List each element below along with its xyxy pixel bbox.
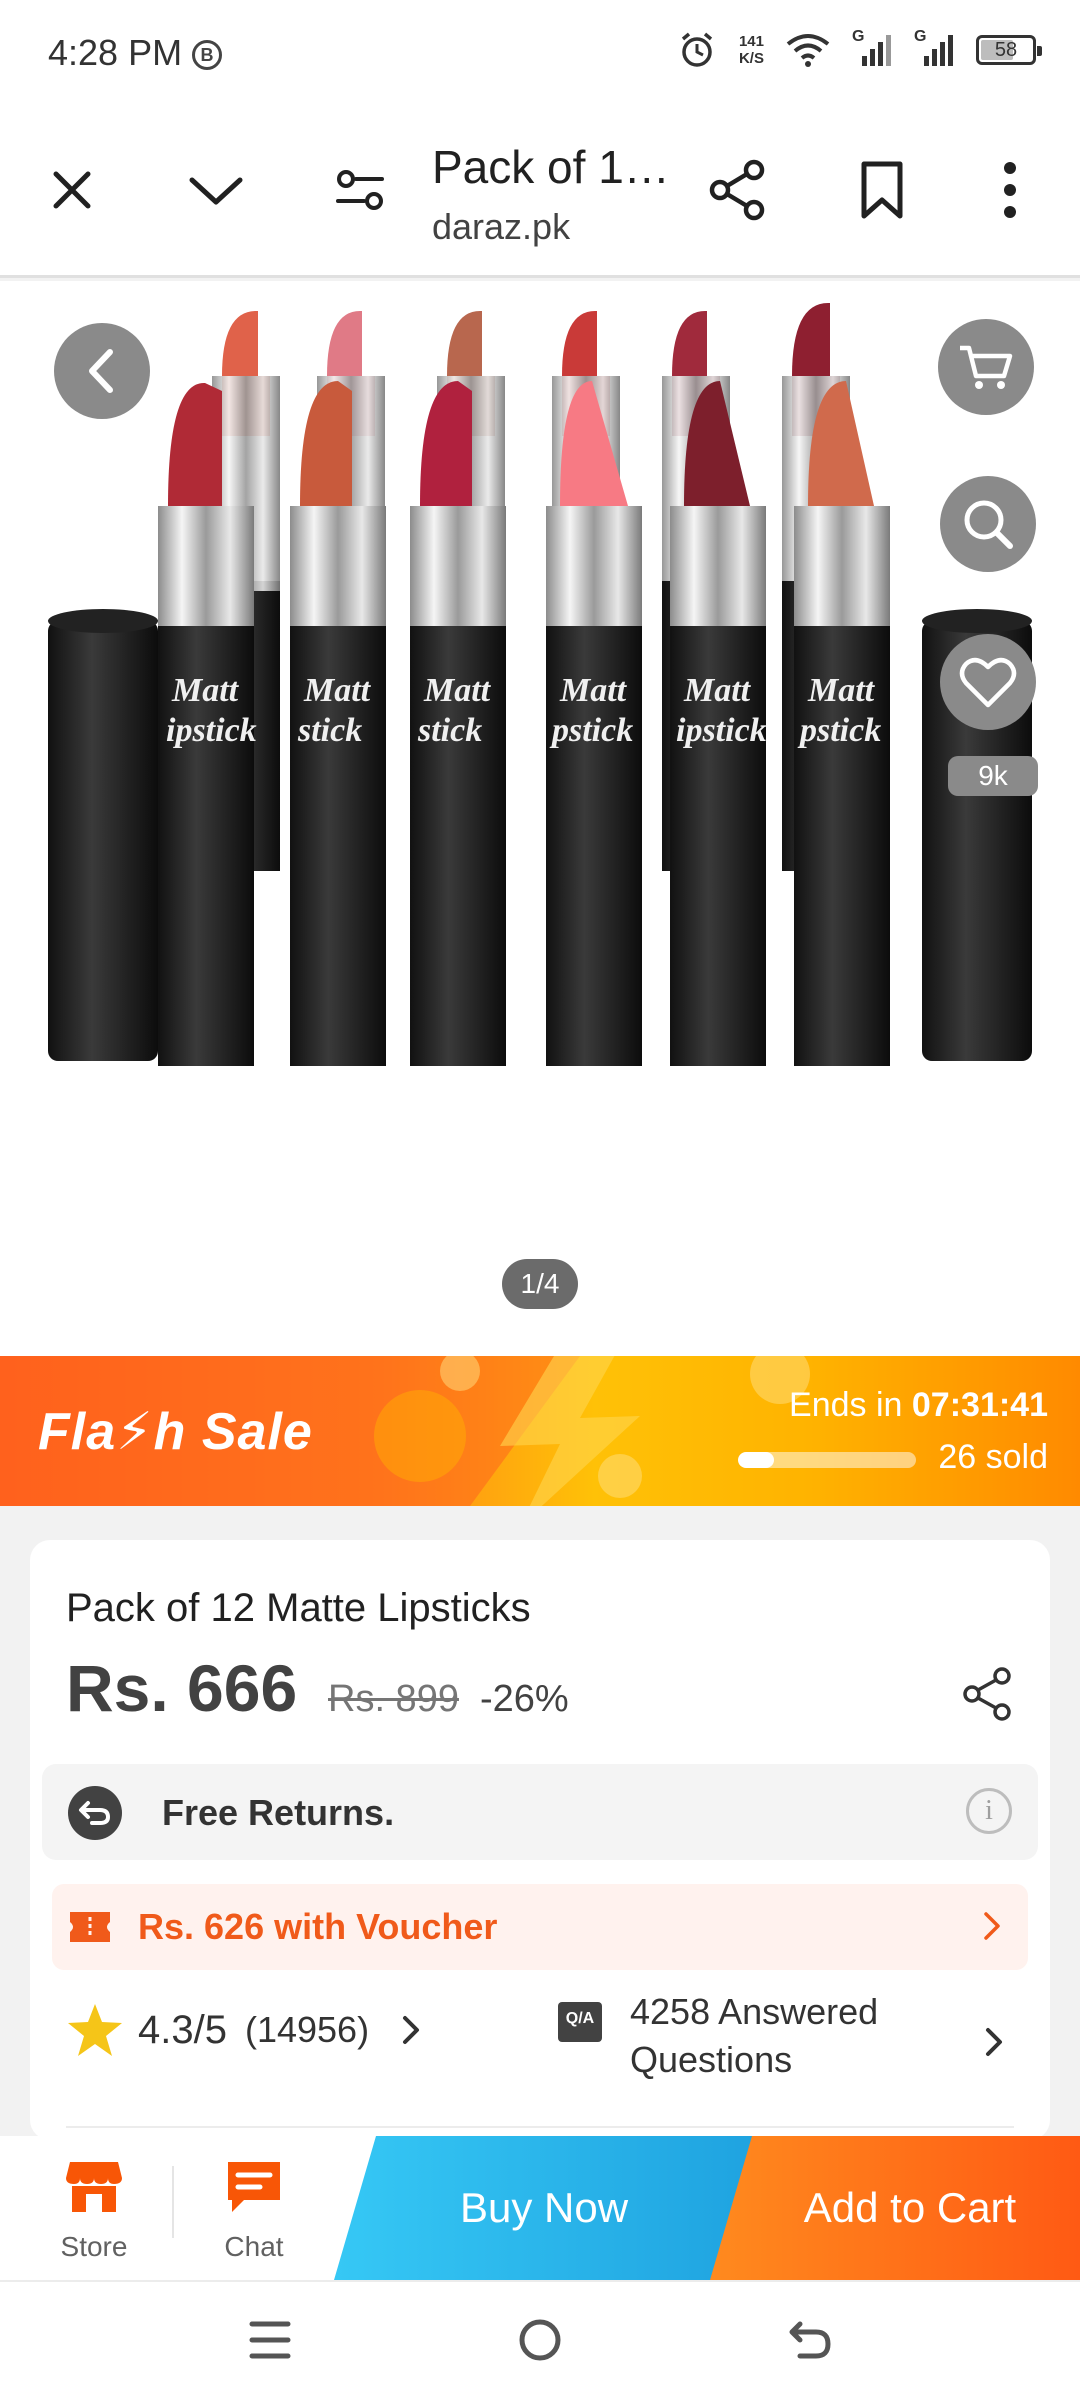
flash-sale-countdown: Ends in 07:31:41 (789, 1386, 1048, 1424)
chevron-down-icon[interactable] (176, 150, 256, 230)
svg-text:pstick: pstick (797, 712, 881, 749)
search-icon[interactable] (940, 476, 1036, 572)
svg-text:Matt: Matt (303, 672, 372, 709)
return-arrow-icon (68, 1786, 122, 1840)
svg-text:pstick: pstick (549, 712, 633, 749)
svg-text:Matt: Matt (559, 672, 628, 709)
page-title: Pack of 1… (432, 141, 670, 193)
svg-text:Matt: Matt (683, 672, 752, 709)
info-icon[interactable]: i (966, 1788, 1012, 1834)
sold-count: 26 sold (938, 1438, 1048, 1476)
chevron-right-icon[interactable] (974, 2022, 1014, 2062)
chat-icon (228, 2162, 280, 2212)
cart-icon[interactable] (938, 319, 1034, 415)
status-time: 4:28 PM (48, 32, 183, 73)
alarm-icon (681, 32, 713, 67)
status-bar: 4:28 PM B 141 K/S G G 58 (0, 0, 1080, 110)
rating-count: (14956) (244, 2009, 370, 2050)
b-badge-icon: B (192, 40, 222, 70)
qa-icon: Q/A (558, 2002, 602, 2042)
site-settings-icon[interactable] (320, 150, 400, 230)
original-price: Rs. 899 (328, 1678, 459, 1720)
wifi-icon (786, 34, 830, 67)
share-icon[interactable] (698, 150, 778, 230)
rating-value: 4.3/5 (138, 2007, 227, 2052)
store-button[interactable]: Store (34, 2158, 154, 2263)
flash-sale-title: Fla⚡h Sale (38, 1403, 313, 1461)
system-navigation-bar (0, 2280, 1080, 2400)
battery-icon: 58 (976, 35, 1042, 65)
product-info-card: Pack of 12 Matte Lipsticks Rs. 666 Rs. 8… (30, 1540, 1050, 2140)
buy-now-button[interactable]: Buy Now (334, 2136, 754, 2280)
svg-text:Matt: Matt (423, 672, 492, 709)
back-icon[interactable] (780, 2310, 840, 2370)
back-arrow-icon[interactable] (54, 323, 150, 419)
store-icon (66, 2162, 122, 2212)
recent-apps-icon[interactable] (240, 2310, 300, 2370)
home-icon[interactable] (510, 2310, 570, 2370)
browser-toolbar: Pack of 1… daraz.pk (0, 110, 1080, 278)
bookmark-icon[interactable] (842, 150, 922, 230)
product-gallery[interactable]: Matt ipstick Matt stick Matt stick Matt psti… (0, 281, 1080, 1356)
close-icon[interactable] (32, 150, 112, 230)
svg-text:ipstick: ipstick (676, 712, 767, 749)
product-price: Rs. 666 (66, 1651, 298, 1725)
divider (172, 2166, 174, 2238)
product-title: Pack of 12 Matte Lipsticks (66, 1586, 531, 1630)
svg-text:stick: stick (297, 712, 362, 749)
app-root: 4:28 PM B 141 K/S G G 58 Pack of 1… dara… (0, 0, 1080, 2400)
product-image: Mattipstick Mattstick Mattstick Mattpsti… (48, 302, 1032, 1066)
voucher-label: Rs. 626 with Voucher (138, 1906, 498, 1947)
svg-text:stick: stick (417, 712, 482, 749)
chevron-right-icon (984, 1912, 1000, 1940)
svg-text:Matt: Matt (807, 672, 876, 709)
status-icons: 141 K/S G G 58 (677, 28, 1042, 70)
more-options-icon[interactable] (970, 150, 1050, 230)
sold-progress-bar (738, 1452, 916, 1468)
heart-icon[interactable] (940, 634, 1036, 730)
divider (66, 2126, 1014, 2128)
answered-questions-link[interactable]: 4258 Answered Questions (630, 1988, 910, 2084)
free-returns-label: Free Returns. (162, 1792, 395, 1833)
image-page-indicator: 1/4 (502, 1259, 578, 1309)
likes-count: 9k (948, 756, 1038, 796)
signal-sim1-icon: G (852, 28, 892, 68)
signal-sim2-icon: G (914, 28, 954, 68)
network-speed: 141 K/S (738, 33, 764, 67)
rating-row[interactable]: 4.3/5 (14956) (66, 2002, 431, 2058)
page-url[interactable]: daraz.pk (432, 206, 570, 248)
chevron-right-icon (403, 2016, 420, 2044)
chat-button[interactable]: Chat (194, 2158, 314, 2263)
share-icon[interactable] (960, 1666, 1016, 1722)
voucher-row[interactable]: Rs. 626 with Voucher (52, 1884, 1028, 1970)
add-to-cart-button[interactable]: Add to Cart (710, 2136, 1080, 2280)
flash-sale-banner[interactable]: Fla⚡h Sale Ends in 07:31:41 26 sold (0, 1356, 1080, 1506)
star-icon (68, 2004, 122, 2056)
free-returns-row[interactable]: Free Returns. i (42, 1764, 1038, 1860)
svg-text:Matt: Matt (171, 672, 240, 709)
discount-percent: -26% (480, 1678, 569, 1720)
voucher-icon (70, 1912, 110, 1942)
bottom-action-bar: Store Chat Buy Now Add to Cart (0, 2136, 1080, 2280)
svg-text:ipstick: ipstick (166, 712, 257, 749)
